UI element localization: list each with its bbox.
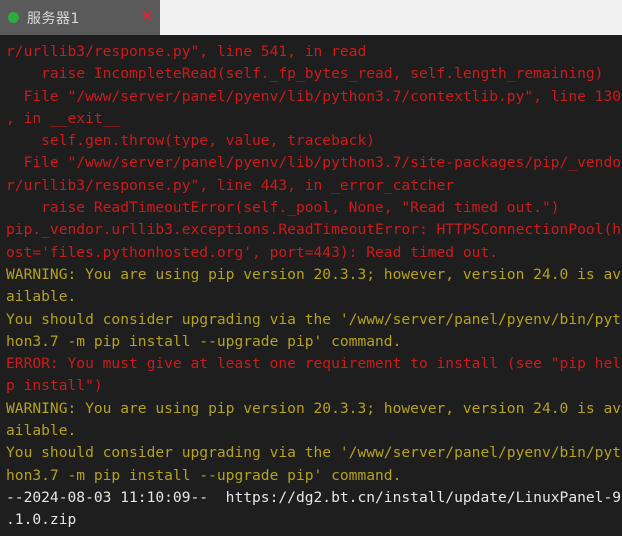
terminal-line: pip._vendor.urllib3.exceptions.ReadTimeo… bbox=[6, 221, 622, 239]
terminal-window: 服务器1 ✕ r/urllib3/response.py", line 541,… bbox=[0, 0, 622, 536]
green-status-dot bbox=[8, 12, 19, 23]
terminal-line: WARNING: You are using pip version 20.3.… bbox=[6, 265, 622, 283]
terminal-line: p install") bbox=[6, 377, 103, 395]
terminal-line: ost='files.pythonhosted.org', port=443):… bbox=[6, 243, 499, 261]
terminal-line: self.gen.throw(type, value, traceback) bbox=[6, 132, 376, 150]
terminal-output-pane[interactable]: r/urllib3/response.py", line 541, in rea… bbox=[0, 35, 622, 536]
terminal-line: File "/www/server/panel/pyenv/lib/python… bbox=[6, 154, 622, 172]
terminal-line: File "/www/server/panel/pyenv/lib/python… bbox=[6, 87, 622, 105]
terminal-line-list: r/urllib3/response.py", line 541, in rea… bbox=[6, 41, 622, 536]
tab-bar-empty-area bbox=[160, 0, 622, 35]
terminal-line: r/urllib3/response.py", line 443, in _er… bbox=[6, 176, 455, 194]
terminal-line: raise IncompleteRead(self._fp_bytes_read… bbox=[6, 65, 604, 83]
terminal-line: , in __exit__ bbox=[6, 109, 121, 127]
terminal-line: .1.0.zip bbox=[6, 511, 77, 529]
close-icon[interactable]: ✕ bbox=[134, 0, 160, 35]
terminal-line: Resolving dg2.bt.cn (dg2.bt.cn)... faile… bbox=[6, 532, 622, 536]
terminal-line: hon3.7 -m pip install --upgrade pip' com… bbox=[6, 332, 402, 350]
tab-server-1[interactable]: 服务器1 ✕ bbox=[0, 0, 160, 35]
tab-title: 服务器1 bbox=[27, 10, 80, 27]
terminal-line: ERROR: You must give at least one requir… bbox=[6, 355, 622, 373]
terminal-line: You should consider upgrading via the '/… bbox=[6, 310, 622, 328]
terminal-line: r/urllib3/response.py", line 541, in rea… bbox=[6, 43, 367, 60]
terminal-line: --2024-08-03 11:10:09-- https://dg2.bt.c… bbox=[6, 488, 622, 506]
terminal-line: ailable. bbox=[6, 422, 77, 440]
terminal-line: raise ReadTimeoutError(self._pool, None,… bbox=[6, 199, 560, 217]
tab-bar: 服务器1 ✕ bbox=[0, 0, 622, 35]
terminal-line: hon3.7 -m pip install --upgrade pip' com… bbox=[6, 466, 402, 484]
terminal-line: You should consider upgrading via the '/… bbox=[6, 444, 622, 462]
terminal-line: ailable. bbox=[6, 288, 77, 306]
terminal-line: WARNING: You are using pip version 20.3.… bbox=[6, 399, 622, 417]
